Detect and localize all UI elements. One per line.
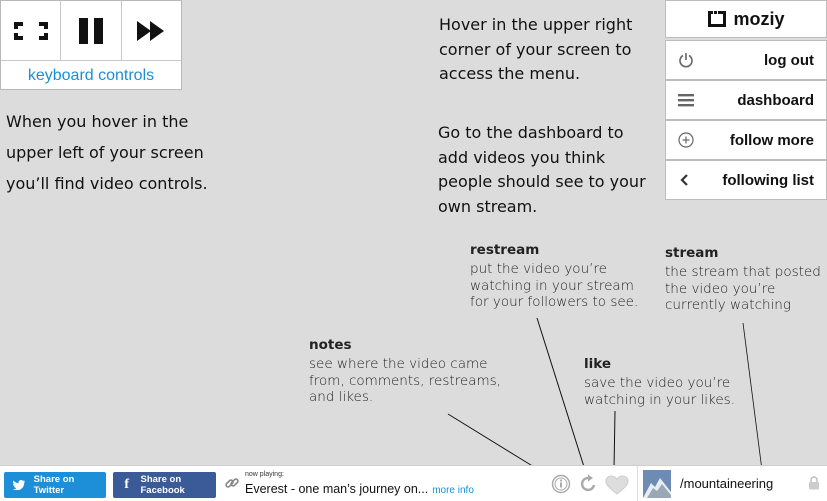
- restream-icon[interactable]: [579, 474, 599, 494]
- stream-name-link[interactable]: /mountaineering: [680, 476, 773, 491]
- lock-icon[interactable]: [808, 476, 820, 490]
- restream-pointer-line: [536, 317, 586, 471]
- more-info-link[interactable]: more info: [432, 485, 474, 496]
- share-facebook-label: Share on Facebook: [140, 474, 185, 496]
- share-twitter-label: Share on Twitter: [33, 474, 75, 496]
- like-pointer-line: [613, 410, 616, 471]
- now-playing-label: now playing:: [245, 471, 284, 478]
- twitter-bird-icon: [10, 478, 28, 493]
- stream-avatar[interactable]: [643, 470, 671, 498]
- stream-pointer-line: [742, 322, 764, 479]
- notes-info-icon[interactable]: [551, 474, 571, 494]
- link-icon[interactable]: [224, 475, 240, 491]
- share-facebook-button[interactable]: f Share on Facebook: [113, 472, 216, 498]
- video-title[interactable]: Everest - one man’s journey on...: [245, 482, 428, 496]
- like-heart-icon[interactable]: [605, 475, 629, 495]
- bar-divider: [637, 466, 638, 501]
- now-playing-title: Everest - one man’s journey on... more in…: [245, 482, 474, 496]
- annotation-pointer-lines: [447, 317, 764, 479]
- share-twitter-button[interactable]: Share on Twitter: [4, 472, 106, 498]
- facebook-icon: f: [124, 477, 130, 492]
